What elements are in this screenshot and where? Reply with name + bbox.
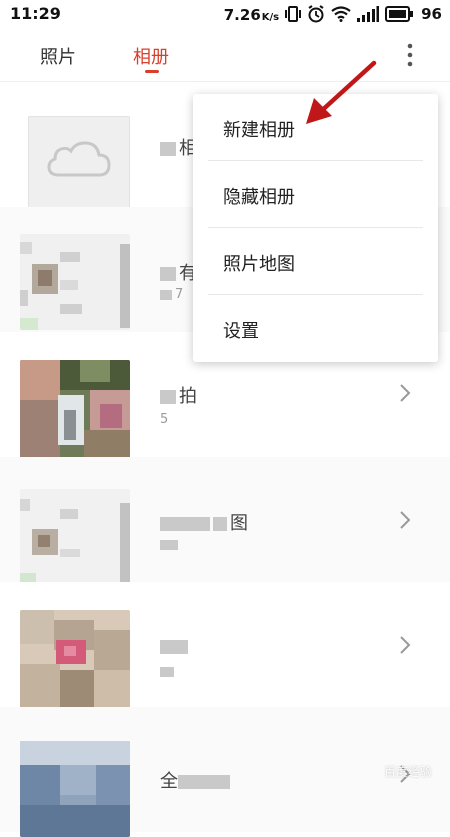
status-icons: 7.26K/s 96: [224, 4, 442, 24]
status-bar: 11:29 7.26K/s 96: [0, 0, 450, 28]
cloud-icon: [47, 141, 111, 177]
status-time: 11:29: [10, 4, 61, 23]
menu-item-hidden-albums[interactable]: 隐藏相册: [193, 161, 438, 227]
menu-item-label: 照片地图: [223, 254, 295, 275]
album-thumbnail-image: [20, 610, 130, 708]
chevron-right-icon: [400, 511, 411, 529]
album-row[interactable]: 全: [0, 707, 450, 837]
network-speed: 7.26K/s: [224, 5, 279, 24]
menu-item-label: 新建相册: [223, 120, 295, 141]
signal-icon: [357, 6, 380, 22]
album-name: 全: [160, 767, 233, 793]
vibrate-icon: [285, 6, 302, 22]
wifi-icon: [331, 6, 351, 22]
album-thumbnail: [20, 360, 130, 458]
battery-icon: [385, 6, 414, 22]
album-count: 5: [160, 412, 169, 427]
network-speed-unit: K/s: [261, 11, 280, 23]
album-thumbnail: [20, 489, 130, 585]
album-row[interactable]: [0, 582, 450, 708]
alarm-icon: [308, 5, 324, 23]
overflow-menu: 新建相册 隐藏相册 照片地图 设置: [193, 94, 438, 362]
annotation-arrow-icon: [306, 60, 377, 124]
watermark: 百度经验: [383, 765, 432, 779]
battery-level: 96: [421, 5, 442, 23]
album-name: 拍: [160, 382, 197, 408]
album-thumbnail: [20, 234, 130, 330]
tab-bar: 照片 相册: [0, 28, 450, 82]
chevron-right-icon: [400, 636, 411, 654]
menu-item-label: 设置: [223, 321, 259, 342]
tab-photos[interactable]: 照片: [40, 43, 76, 69]
album-name: [160, 636, 191, 657]
album-thumbnail: [20, 610, 130, 708]
more-options-icon[interactable]: [402, 42, 418, 68]
album-thumbnail-image: [20, 489, 130, 585]
album-count: [160, 664, 177, 679]
album-thumbnail: [28, 116, 130, 210]
album-thumbnail-image: [20, 360, 130, 458]
album-count: 7: [160, 287, 183, 302]
album-name: 有: [160, 259, 197, 285]
album-count: [160, 537, 181, 552]
album-thumbnail-image: [20, 741, 130, 837]
album-name: 相: [160, 134, 197, 160]
tab-albums[interactable]: 相册: [133, 43, 169, 69]
tab-indicator: [145, 70, 159, 73]
menu-item-photo-map[interactable]: 照片地图: [193, 228, 438, 294]
network-speed-value: 7.26: [223, 5, 261, 24]
menu-item-settings[interactable]: 设置: [193, 295, 438, 361]
album-thumbnail: [20, 741, 130, 837]
album-thumbnail-image: [20, 234, 130, 330]
album-row[interactable]: 图: [0, 457, 450, 585]
menu-item-label: 隐藏相册: [223, 187, 295, 208]
chevron-right-icon: [400, 384, 411, 402]
album-name: 图: [160, 509, 248, 535]
